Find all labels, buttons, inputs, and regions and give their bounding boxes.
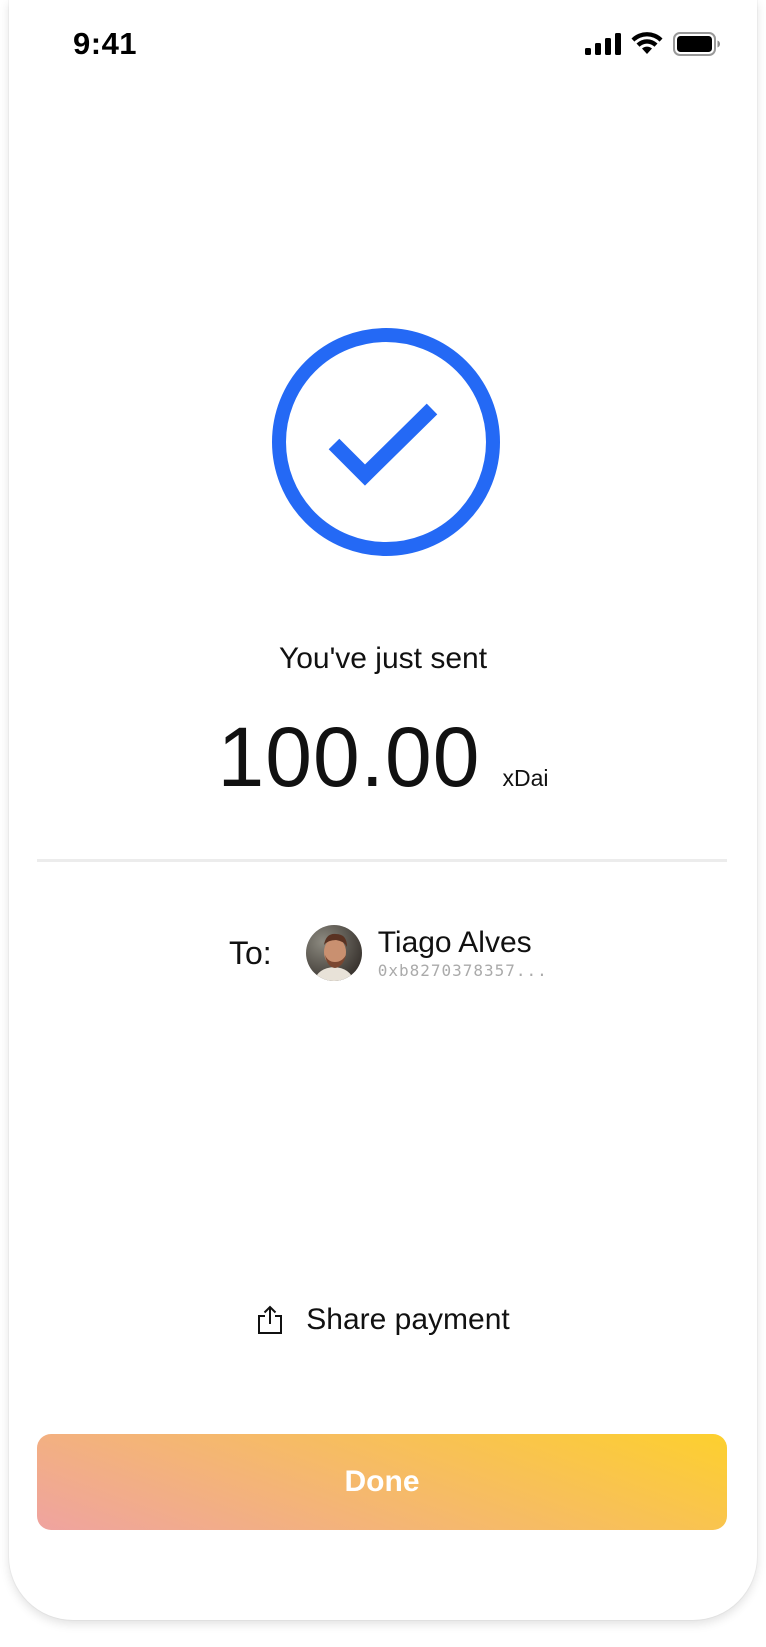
amount-row: 100.00 xDai bbox=[9, 715, 757, 799]
payment-amount: 100.00 bbox=[217, 710, 481, 804]
payment-currency: xDai bbox=[502, 765, 549, 791]
check-circle-icon bbox=[272, 328, 500, 556]
recipient-info: Tiago Alves 0xb8270378357... bbox=[377, 925, 548, 980]
wifi-icon bbox=[631, 32, 663, 54]
payment-success-screen: 9:41 You've just sent 100.00 xDai To: Ti… bbox=[9, 0, 757, 1620]
screen: 9:41 You've just sent 100.00 xDai To: Ti… bbox=[0, 0, 766, 1647]
status-icons bbox=[585, 32, 721, 56]
share-payment-button[interactable]: Share payment bbox=[9, 1303, 757, 1337]
avatar bbox=[305, 925, 362, 981]
share-icon bbox=[258, 1305, 283, 1334]
recipient-row: To: Tiago Alves 0xb8270378357... bbox=[229, 925, 548, 981]
status-time: 9:41 bbox=[73, 26, 138, 61]
recipient-name: Tiago Alves bbox=[377, 925, 532, 959]
recipient-address: 0xb8270378357... bbox=[377, 960, 548, 980]
battery-icon bbox=[673, 32, 720, 56]
divider bbox=[37, 859, 727, 862]
to-label: To: bbox=[229, 934, 272, 971]
success-headline: You've just sent bbox=[278, 642, 488, 675]
share-payment-label: Share payment bbox=[306, 1303, 510, 1336]
done-button[interactable]: Done bbox=[37, 1434, 727, 1530]
signal-icon bbox=[585, 33, 621, 55]
